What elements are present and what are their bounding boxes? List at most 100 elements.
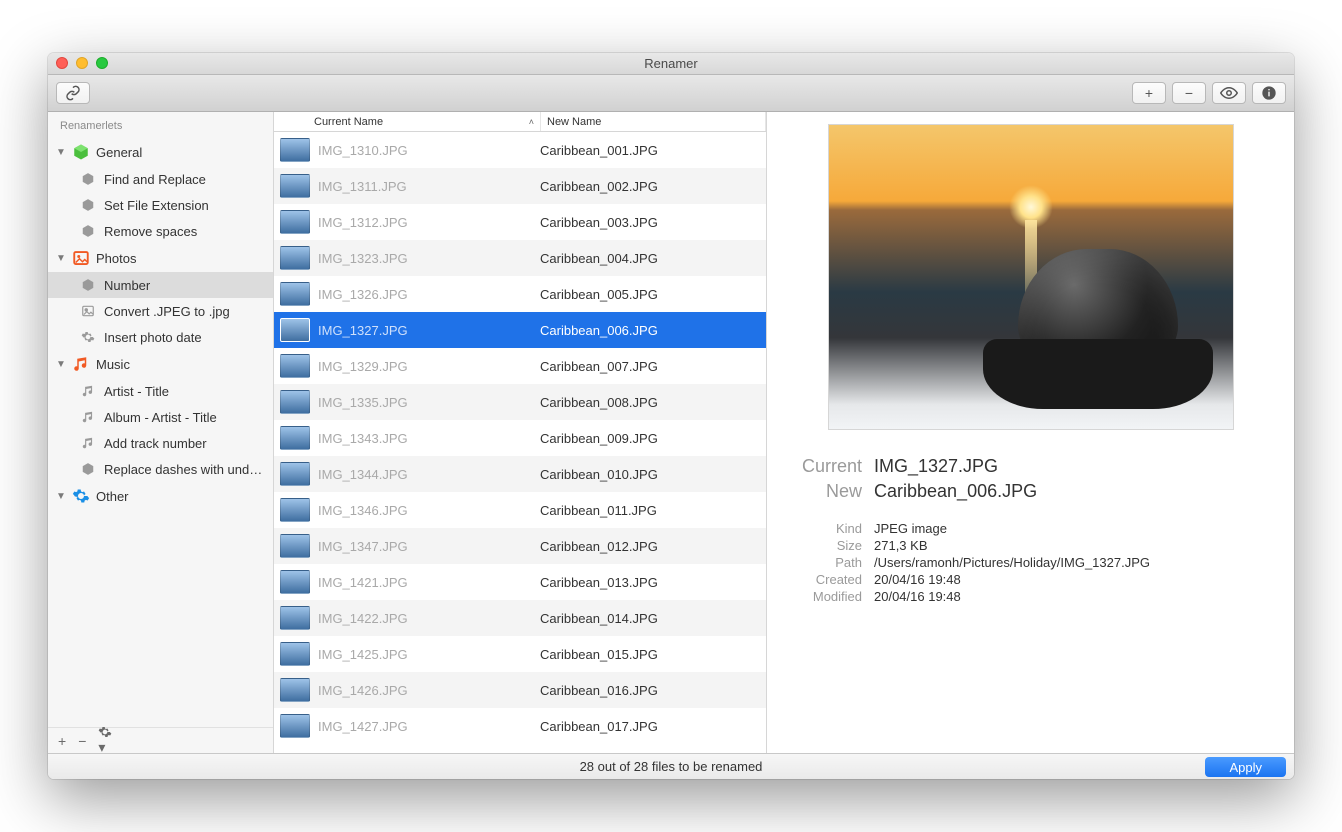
thumbnail-icon bbox=[280, 678, 310, 702]
thumbnail-icon bbox=[280, 534, 310, 558]
label-created: Created bbox=[787, 572, 862, 587]
cell-current-name: IMG_1326.JPG bbox=[318, 287, 540, 302]
table-row[interactable]: IMG_1323.JPGCaribbean_004.JPG bbox=[274, 240, 766, 276]
window-title: Renamer bbox=[644, 56, 697, 71]
cube-icon bbox=[80, 171, 96, 187]
table-row[interactable]: IMG_1347.JPGCaribbean_012.JPG bbox=[274, 528, 766, 564]
cell-new-name: Caribbean_010.JPG bbox=[540, 467, 760, 482]
cell-new-name: Caribbean_012.JPG bbox=[540, 539, 760, 554]
image-icon bbox=[80, 303, 96, 319]
sidebar-item[interactable]: Find and Replace bbox=[48, 166, 273, 192]
table-row[interactable]: IMG_1335.JPGCaribbean_008.JPG bbox=[274, 384, 766, 420]
sidebar-list: ▼ General Find and Replace Set File Extensi… bbox=[48, 138, 273, 727]
remove-button[interactable]: − bbox=[1172, 82, 1206, 104]
table-row[interactable]: IMG_1329.JPGCaribbean_007.JPG bbox=[274, 348, 766, 384]
cell-new-name: Caribbean_016.JPG bbox=[540, 683, 760, 698]
table-row[interactable]: IMG_1312.JPGCaribbean_003.JPG bbox=[274, 204, 766, 240]
cube-icon bbox=[80, 461, 96, 477]
sidebar-footer: + − ▾ bbox=[48, 727, 273, 753]
minus-icon: − bbox=[1185, 85, 1193, 101]
apply-button[interactable]: Apply bbox=[1205, 757, 1286, 777]
table-row[interactable]: IMG_1310.JPGCaribbean_001.JPG bbox=[274, 132, 766, 168]
maximize-icon[interactable] bbox=[96, 57, 108, 69]
table-row[interactable]: IMG_1343.JPGCaribbean_009.JPG bbox=[274, 420, 766, 456]
inspector: CurrentIMG_1327.JPG NewCaribbean_006.JPG… bbox=[767, 112, 1294, 753]
label-new: New bbox=[787, 481, 862, 502]
link-icon bbox=[65, 85, 81, 101]
add-button[interactable]: + bbox=[1132, 82, 1166, 104]
table-row[interactable]: IMG_1422.JPGCaribbean_014.JPG bbox=[274, 600, 766, 636]
sidebar-item-label: Convert .JPEG to .jpg bbox=[104, 304, 230, 319]
chevron-down-icon: ▼ bbox=[56, 147, 66, 158]
cell-current-name: IMG_1426.JPG bbox=[318, 683, 540, 698]
sidebar-remove-button[interactable]: − bbox=[78, 733, 86, 749]
status-text: 28 out of 28 files to be renamed bbox=[580, 759, 763, 774]
link-button[interactable] bbox=[56, 82, 90, 104]
table-row[interactable]: IMG_1344.JPGCaribbean_010.JPG bbox=[274, 456, 766, 492]
sidebar-item-label: Add track number bbox=[104, 436, 207, 451]
column-new-name[interactable]: New Name bbox=[541, 112, 766, 131]
sidebar-item[interactable]: Set File Extension bbox=[48, 192, 273, 218]
label-current: Current bbox=[787, 456, 862, 477]
cell-current-name: IMG_1344.JPG bbox=[318, 467, 540, 482]
group-label: General bbox=[96, 145, 142, 160]
cube-green-icon bbox=[72, 143, 90, 161]
body: Renamerlets ▼GeneralFind and ReplaceSet … bbox=[48, 112, 1294, 753]
minimize-icon[interactable] bbox=[76, 57, 88, 69]
sidebar-group-music[interactable]: ▼ Music bbox=[48, 350, 273, 378]
chevron-down-icon: ▼ bbox=[56, 253, 66, 264]
sidebar-item[interactable]: Replace dashes with unde... bbox=[48, 456, 273, 482]
music-orange-icon bbox=[72, 355, 90, 373]
sidebar-group-other[interactable]: ▼Other bbox=[48, 482, 273, 510]
music-icon bbox=[80, 383, 96, 399]
sidebar-group-photos[interactable]: ▼Photos bbox=[48, 244, 273, 272]
table-rows[interactable]: IMG_1310.JPGCaribbean_001.JPGIMG_1311.JP… bbox=[274, 132, 766, 753]
label-kind: Kind bbox=[787, 521, 862, 536]
sidebar-item[interactable]: Convert .JPEG to .jpg bbox=[48, 298, 273, 324]
sidebar-settings-button[interactable]: ▾ bbox=[98, 725, 112, 753]
table-row[interactable]: IMG_1425.JPGCaribbean_015.JPG bbox=[274, 636, 766, 672]
sidebar-add-button[interactable]: + bbox=[58, 733, 66, 749]
table-row[interactable]: IMG_1326.JPGCaribbean_005.JPG bbox=[274, 276, 766, 312]
table-row[interactable]: IMG_1421.JPGCaribbean_013.JPG bbox=[274, 564, 766, 600]
thumbnail-icon bbox=[280, 390, 310, 414]
sidebar-item-label: Find and Replace bbox=[104, 172, 206, 187]
cell-current-name: IMG_1421.JPG bbox=[318, 575, 540, 590]
column-label: New Name bbox=[547, 116, 601, 128]
app-window: Renamer + − Renamerlets ▼GeneralFind and… bbox=[48, 53, 1294, 779]
statusbar: 28 out of 28 files to be renamed Apply bbox=[48, 753, 1294, 779]
table-row[interactable]: IMG_1426.JPGCaribbean_016.JPG bbox=[274, 672, 766, 708]
sidebar-item[interactable]: Remove spaces bbox=[48, 218, 273, 244]
cube-icon bbox=[80, 197, 96, 213]
table-row[interactable]: IMG_1327.JPGCaribbean_006.JPG bbox=[274, 312, 766, 348]
table-row[interactable]: IMG_1427.JPGCaribbean_017.JPG bbox=[274, 708, 766, 744]
sidebar-item[interactable]: Album - Artist - Title bbox=[48, 404, 273, 430]
table-row[interactable]: IMG_1346.JPGCaribbean_011.JPG bbox=[274, 492, 766, 528]
gear-icon bbox=[80, 329, 96, 345]
sidebar-item[interactable]: Add track number bbox=[48, 430, 273, 456]
cell-new-name: Caribbean_015.JPG bbox=[540, 647, 760, 662]
cell-current-name: IMG_1427.JPG bbox=[318, 719, 540, 734]
thumbnail-icon bbox=[280, 354, 310, 378]
sidebar-group-general[interactable]: ▼ General bbox=[48, 138, 273, 166]
close-icon[interactable] bbox=[56, 57, 68, 69]
cell-new-name: Caribbean_003.JPG bbox=[540, 215, 760, 230]
metadata: CurrentIMG_1327.JPG NewCaribbean_006.JPG… bbox=[787, 454, 1274, 605]
column-current-name[interactable]: Current Name ˄ bbox=[274, 112, 541, 131]
value-size: 271,3 KB bbox=[874, 538, 928, 553]
sidebar-item[interactable]: Artist - Title bbox=[48, 378, 273, 404]
info-button[interactable] bbox=[1252, 82, 1286, 104]
chevron-down-icon: ▼ bbox=[56, 359, 66, 370]
gear-blue-icon bbox=[72, 487, 90, 505]
image-preview bbox=[828, 124, 1234, 430]
sidebar-item[interactable]: Number bbox=[48, 272, 273, 298]
thumbnail-icon bbox=[280, 174, 310, 198]
group-label: Music bbox=[96, 357, 130, 372]
cell-new-name: Caribbean_017.JPG bbox=[540, 719, 760, 734]
sidebar-item[interactable]: Insert photo date bbox=[48, 324, 273, 350]
table-row[interactable]: IMG_1311.JPGCaribbean_002.JPG bbox=[274, 168, 766, 204]
thumbnail-icon bbox=[280, 714, 310, 738]
gear-icon bbox=[98, 725, 112, 739]
preview-button[interactable] bbox=[1212, 82, 1246, 104]
cell-current-name: IMG_1311.JPG bbox=[318, 179, 540, 194]
